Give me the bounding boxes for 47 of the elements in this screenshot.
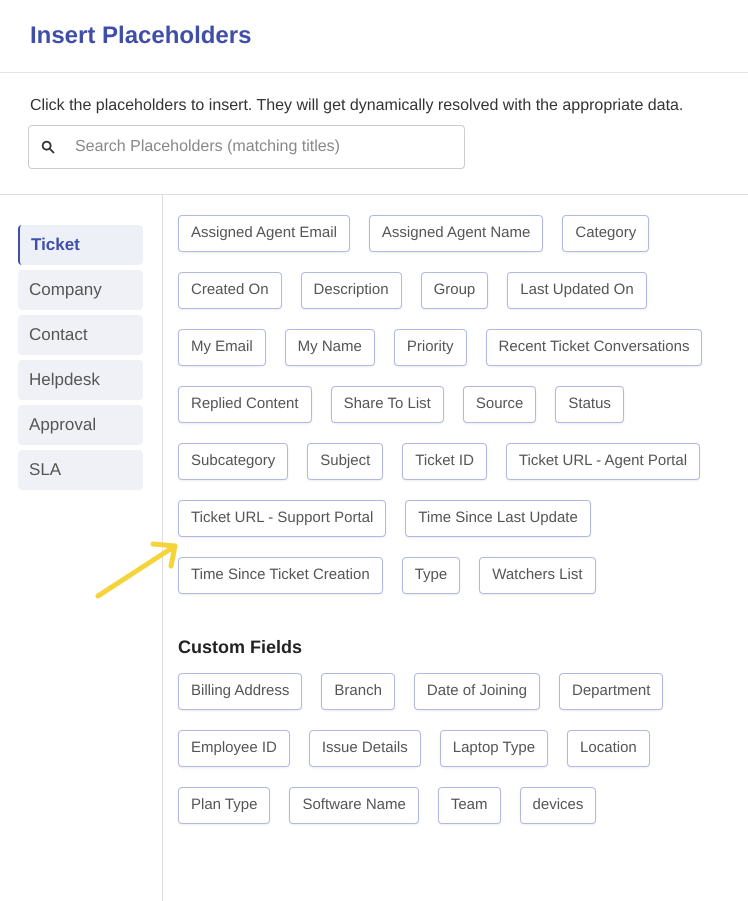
placeholder-chip[interactable]: Location <box>567 730 650 767</box>
placeholder-chip[interactable]: Employee ID <box>178 730 290 767</box>
placeholder-chip[interactable]: Time Since Ticket Creation <box>178 557 383 594</box>
placeholder-chip[interactable]: Issue Details <box>308 730 421 767</box>
placeholder-chip[interactable]: Replied Content <box>178 386 312 423</box>
placeholder-chip[interactable]: Last Updated On <box>507 272 647 309</box>
placeholder-chip[interactable]: Recent Ticket Conversations <box>486 329 702 366</box>
placeholder-chip[interactable]: Date of Joining <box>414 673 540 710</box>
placeholder-chip[interactable]: Ticket ID <box>402 443 487 480</box>
placeholder-chip[interactable]: Status <box>555 386 624 423</box>
placeholder-chip[interactable]: Priority <box>394 329 467 366</box>
placeholder-chip[interactable]: Software Name <box>289 787 419 824</box>
placeholder-chip[interactable]: Type <box>402 557 460 594</box>
placeholder-chip[interactable]: Laptop Type <box>440 730 548 767</box>
instructions-text: Click the placeholders to insert. They will get dynamically resolved with the appropriate data. <box>29 96 684 116</box>
placeholder-chip[interactable]: Subcategory <box>178 443 288 480</box>
search-field[interactable]: Search Placeholders (matching titles) <box>28 125 465 169</box>
placeholder-chip[interactable]: Created On <box>178 272 282 309</box>
placeholder-chip[interactable]: Source <box>462 386 536 423</box>
category-tab[interactable]: Company <box>18 270 143 310</box>
placeholder-chip[interactable]: Assigned Agent Email <box>178 215 350 252</box>
dialog-title: Insert Placeholders <box>30 21 252 51</box>
section-heading: Custom Fields <box>178 636 304 659</box>
placeholder-chip[interactable]: Category <box>562 215 650 252</box>
placeholder-chip[interactable]: Branch <box>321 673 395 710</box>
category-tab[interactable]: Helpdesk <box>18 360 143 400</box>
placeholder-chip[interactable]: My Email <box>178 329 266 366</box>
placeholder-chip[interactable]: Ticket URL - Agent Portal <box>506 443 700 480</box>
category-tab[interactable]: SLA <box>18 450 143 490</box>
placeholder-chip[interactable]: Plan Type <box>178 787 270 824</box>
category-tab[interactable]: Ticket <box>18 225 143 265</box>
category-tab[interactable]: Contact <box>18 315 143 355</box>
placeholder-chip[interactable]: Billing Address <box>178 673 302 710</box>
placeholder-chip[interactable]: Time Since Last Update <box>405 500 591 537</box>
search-icon <box>40 139 56 155</box>
placeholder-chip[interactable]: Department <box>559 673 664 710</box>
category-tab[interactable]: Approval <box>18 405 143 445</box>
placeholder-chip[interactable]: Watchers List <box>479 557 596 594</box>
placeholder-chip[interactable]: Group <box>420 272 488 309</box>
placeholder-chip[interactable]: My Name <box>284 329 375 366</box>
placeholder-chip[interactable]: devices <box>520 787 596 824</box>
placeholder-chip[interactable]: Subject <box>307 443 384 480</box>
placeholder-chip[interactable]: Description <box>300 272 402 309</box>
placeholder-chip[interactable]: Assigned Agent Name <box>368 215 544 252</box>
placeholder-chip[interactable]: Share To List <box>330 386 444 423</box>
placeholder-chip[interactable]: Team <box>438 787 501 824</box>
placeholder-chip[interactable]: Ticket URL - Support Portal <box>178 500 386 537</box>
